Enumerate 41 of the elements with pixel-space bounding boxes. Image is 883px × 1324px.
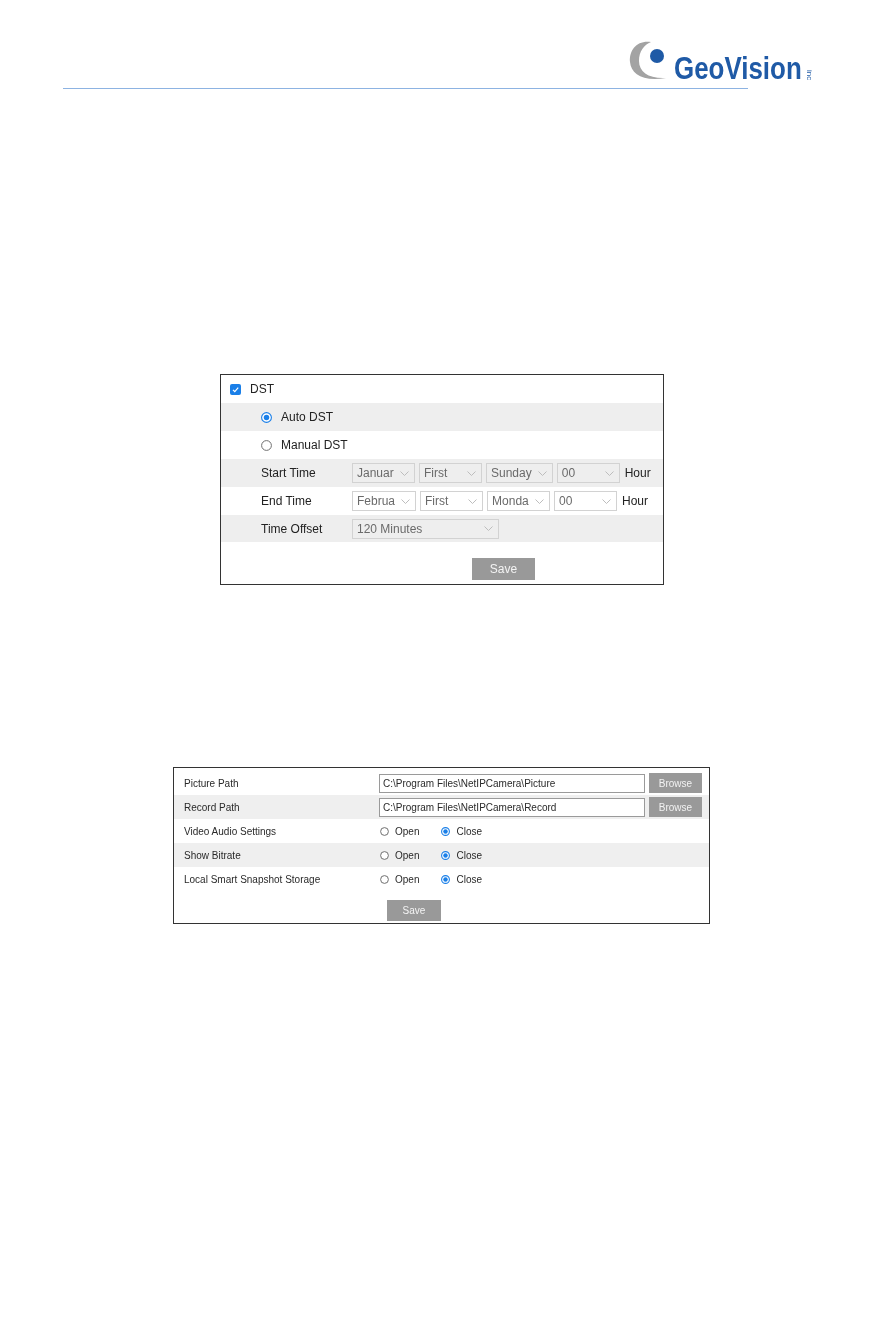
radio-option[interactable]: Auto DST [261,410,334,424]
chevron-icon [468,498,478,504]
radio-option[interactable]: Open [380,873,420,885]
offset-dropdown[interactable]: 120 Minutes [352,518,499,539]
chevron-icon [604,470,614,476]
unit-label: Hour [622,494,649,508]
chevron-icon [401,498,411,504]
month-dropdown[interactable]: Januar [352,463,415,483]
week-dropdown[interactable]: First [419,463,482,483]
field-label: Local Smart Snapshot Storage [184,873,322,885]
dst-checkbox[interactable]: DST [230,382,274,396]
field-label: Time Offset [261,521,324,536]
radio-option[interactable]: Open [380,849,420,861]
chevron-icon [484,526,493,531]
week-dropdown[interactable]: First [420,491,484,511]
radio-option[interactable]: Open [380,825,420,837]
radio-option[interactable]: Manual DST [261,438,348,452]
field-label: Start Time [261,466,317,480]
radio-option[interactable]: Close [441,873,483,885]
radio-option[interactable]: Close [441,849,483,861]
logo-suffix: inc [805,69,813,80]
chevron-icon [400,470,409,476]
chevron-icon [602,498,612,504]
month-dropdown[interactable]: Februa [352,491,417,511]
path-field[interactable]: C:\Program Files\NetIPCamera\Record [379,797,645,817]
hour-dropdown[interactable]: 00 [556,463,620,483]
logo-text: GeoVision [674,52,803,84]
field-label: Picture Path [184,777,240,789]
chevron-icon [537,470,547,476]
field-label: Video Audio Settings [184,825,278,837]
unit-label: Hour [624,466,651,480]
field-label: End Time [261,494,313,508]
path-field[interactable]: C:\Program Files\NetIPCamera\Picture [379,773,645,793]
radio-option[interactable]: Close [441,825,483,837]
weekday-dropdown[interactable]: Sunday [486,463,553,483]
hour-dropdown[interactable]: 00 [554,491,618,511]
chevron-icon [467,470,476,476]
field-label: Record Path [184,801,241,813]
field-label: Show Bitrate [184,849,242,861]
weekday-dropdown[interactable]: Monda [487,491,551,511]
chevron-icon [535,498,545,504]
